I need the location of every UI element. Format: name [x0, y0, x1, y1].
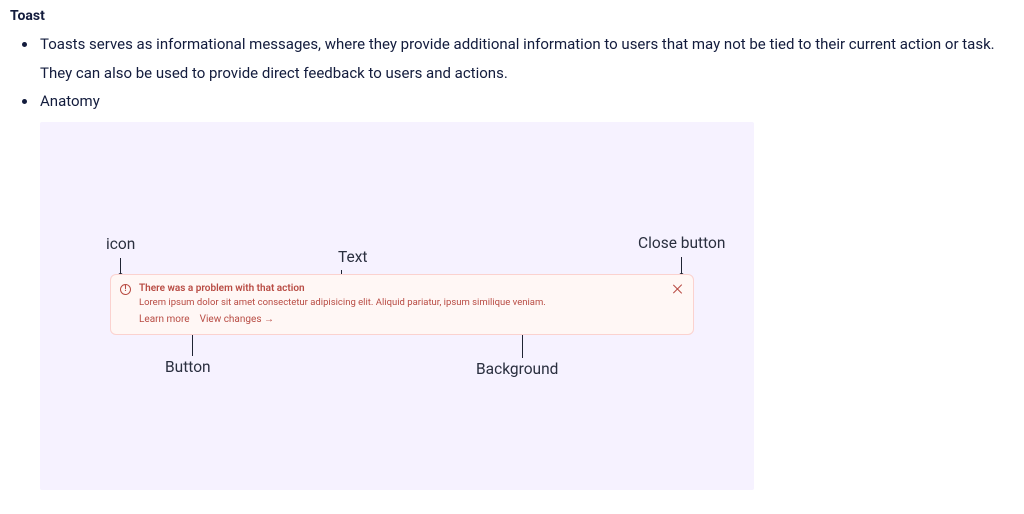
toast-example: There was a problem with that action Lor…	[110, 274, 694, 335]
bullet-item: Toasts serves as informational messages,…	[38, 30, 1014, 87]
section-heading: Toast	[10, 8, 1014, 24]
bullet-item: Anatomy	[38, 87, 1014, 116]
anatomy-label-icon: icon	[106, 235, 135, 253]
anatomy-label-close: Close button	[638, 234, 725, 252]
leader-line	[120, 258, 121, 276]
arrow-right-icon: →	[264, 314, 274, 325]
learn-more-link[interactable]: Learn more	[139, 314, 190, 325]
close-icon[interactable]	[673, 284, 683, 294]
alert-icon	[120, 284, 131, 295]
anatomy-label-button: Button	[165, 358, 211, 376]
toast-body: Lorem ipsum dolor sit amet consectetur a…	[139, 297, 663, 308]
anatomy-label-text: Text	[338, 248, 367, 266]
bullet-list: Toasts serves as informational messages,…	[12, 30, 1014, 116]
anatomy-label-background: Background	[476, 360, 558, 378]
view-changes-label: View changes	[200, 314, 262, 325]
leader-line	[681, 257, 682, 276]
anatomy-panel: icon Text Close button Button Background…	[40, 122, 754, 490]
view-changes-link[interactable]: View changes →	[200, 314, 274, 325]
toast-actions: Learn more View changes →	[139, 314, 663, 325]
toast-title: There was a problem with that action	[139, 283, 663, 294]
